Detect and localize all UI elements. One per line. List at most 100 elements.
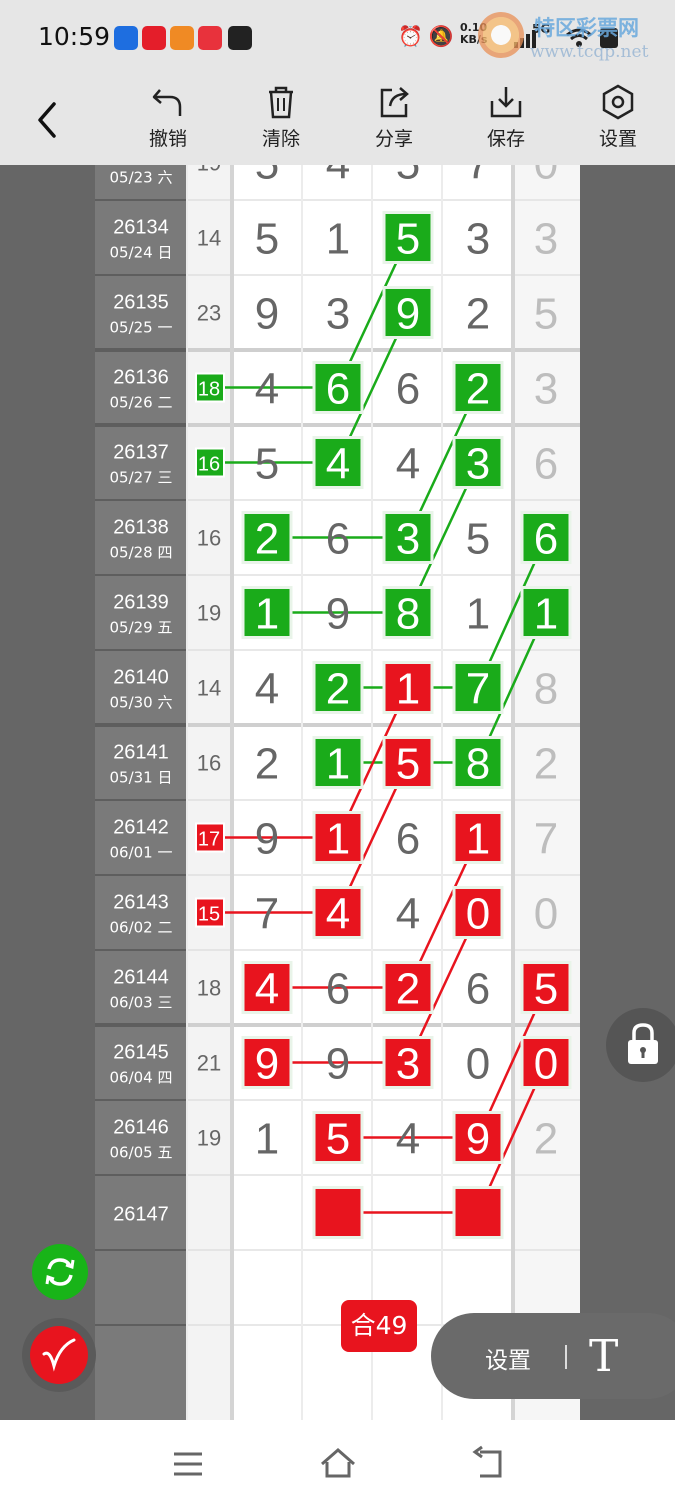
refresh-icon — [45, 1258, 75, 1286]
digit-value: 4 — [326, 890, 350, 939]
save-button[interactable]: 保存 — [466, 84, 546, 162]
settings-button[interactable]: 设置 — [578, 84, 658, 162]
digit-value: 1 — [255, 1115, 279, 1164]
digit-value: 7 — [255, 890, 279, 939]
extra-column — [513, 165, 580, 1420]
period-number: 26146 — [113, 1117, 169, 1139]
back-icon[interactable] — [468, 1444, 508, 1484]
digit-value: 6 — [326, 965, 350, 1014]
system-nav-bar — [0, 1420, 675, 1500]
sum-value: 18 — [198, 379, 220, 401]
digit-value: 2 — [255, 515, 279, 564]
digit-value: 1 — [255, 590, 279, 639]
digit-value: 5 — [255, 440, 279, 489]
bottom-settings-button[interactable]: 设置 — [485, 1341, 531, 1375]
digit-value: 3 — [396, 1040, 420, 1089]
digit-value: 9 — [255, 1040, 279, 1089]
sum-value: 16 — [197, 526, 221, 551]
digit-value: 2 — [326, 665, 350, 714]
sum-value: 19 — [197, 165, 221, 176]
undo-button[interactable]: 撤销 — [128, 84, 208, 162]
share-icon — [380, 87, 409, 118]
sum-column — [187, 165, 232, 1420]
period-date: 05/31 日 — [110, 769, 173, 787]
lock-icon — [628, 1023, 658, 1064]
digit-value: 4 — [255, 965, 279, 1014]
digit-value: 4 — [396, 890, 420, 939]
sum-value: 17 — [198, 829, 220, 851]
sum-value: 19 — [197, 601, 221, 626]
digit-value: 0 — [466, 1040, 490, 1089]
watermark-title: 特区彩票网 — [534, 16, 639, 40]
menu-icon[interactable] — [168, 1444, 208, 1484]
home-icon[interactable] — [318, 1444, 358, 1484]
period-date: 06/05 五 — [110, 1144, 173, 1162]
extra-value: 1 — [534, 590, 558, 639]
digit-value: 4 — [396, 440, 420, 489]
digit-highlight-box — [452, 1186, 504, 1239]
digit-value: 2 — [466, 290, 490, 339]
period-number: 26135 — [113, 292, 169, 314]
digit-value: 4 — [326, 165, 350, 189]
pen-button[interactable] — [22, 1318, 96, 1392]
sum-value: 14 — [197, 676, 221, 701]
extra-value: 2 — [534, 740, 558, 789]
digit-value: 2 — [466, 365, 490, 414]
sum-value: 15 — [198, 904, 220, 926]
extra-value: 3 — [534, 215, 558, 264]
digit-value: 5 — [396, 215, 420, 264]
extra-value: 6 — [534, 440, 558, 489]
lock-button[interactable] — [606, 1008, 675, 1082]
period-number: 26143 — [113, 892, 169, 914]
sum-value: 16 — [198, 454, 220, 476]
clear-button[interactable]: 清除 — [241, 84, 321, 162]
digit-value: 9 — [396, 290, 420, 339]
back-button[interactable] — [30, 96, 66, 144]
period-date: 06/01 一 — [110, 844, 173, 862]
period-date: 05/25 一 — [110, 319, 173, 337]
period-date: 05/23 六 — [110, 169, 173, 187]
refresh-button[interactable] — [32, 1244, 88, 1300]
period-date: 06/04 四 — [110, 1069, 173, 1087]
period-date: 06/02 二 — [110, 919, 173, 937]
trend-chart[interactable]: 05/23 六19545702613405/24 日14515332613505… — [95, 165, 580, 1420]
download-icon — [490, 87, 522, 118]
digit-value: 6 — [396, 365, 420, 414]
digit-value: 6 — [326, 515, 350, 564]
period-date: 05/28 四 — [110, 544, 173, 562]
save-label: 保存 — [486, 128, 525, 150]
digit-value: 1 — [326, 215, 350, 264]
sum-value: 19 — [197, 1126, 221, 1151]
app-notification-icon — [198, 26, 222, 50]
period-number: 26145 — [113, 1042, 169, 1064]
period-date: 05/24 日 — [110, 244, 173, 262]
digit-value: 1 — [466, 815, 490, 864]
digit-value: 7 — [466, 665, 490, 714]
text-tool-icon[interactable]: T — [589, 1331, 618, 1382]
trend-chart-svg: 05/23 六19545702613405/24 日14515332613505… — [95, 165, 580, 1420]
digit-value: 6 — [326, 365, 350, 414]
period-number: 26136 — [113, 367, 169, 389]
sum-value: 14 — [197, 226, 221, 251]
digit-value: 9 — [326, 1040, 350, 1089]
extra-value: 7 — [534, 815, 558, 864]
period-number: 26142 — [113, 817, 169, 839]
digit-value: 1 — [396, 665, 420, 714]
settings-icon — [602, 84, 634, 120]
digit-value: 5 — [396, 740, 420, 789]
digit-value: 4 — [255, 365, 279, 414]
digit-value: 1 — [326, 815, 350, 864]
extra-value: 3 — [534, 365, 558, 414]
app-notification-icon — [170, 26, 194, 50]
period-number: 26147 — [113, 1204, 169, 1226]
share-button[interactable]: 分享 — [354, 84, 434, 162]
period-date: 05/29 五 — [110, 619, 173, 637]
sum-value: 23 — [197, 301, 221, 326]
digit-value: 5 — [255, 165, 279, 189]
digit-value: 4 — [255, 665, 279, 714]
digit-value: 4 — [396, 1115, 420, 1164]
digit-value: 9 — [255, 815, 279, 864]
alarm-icon: ⏰🔕 — [398, 24, 460, 48]
app-notification-icon — [228, 26, 252, 50]
watermark-logo — [478, 12, 524, 58]
